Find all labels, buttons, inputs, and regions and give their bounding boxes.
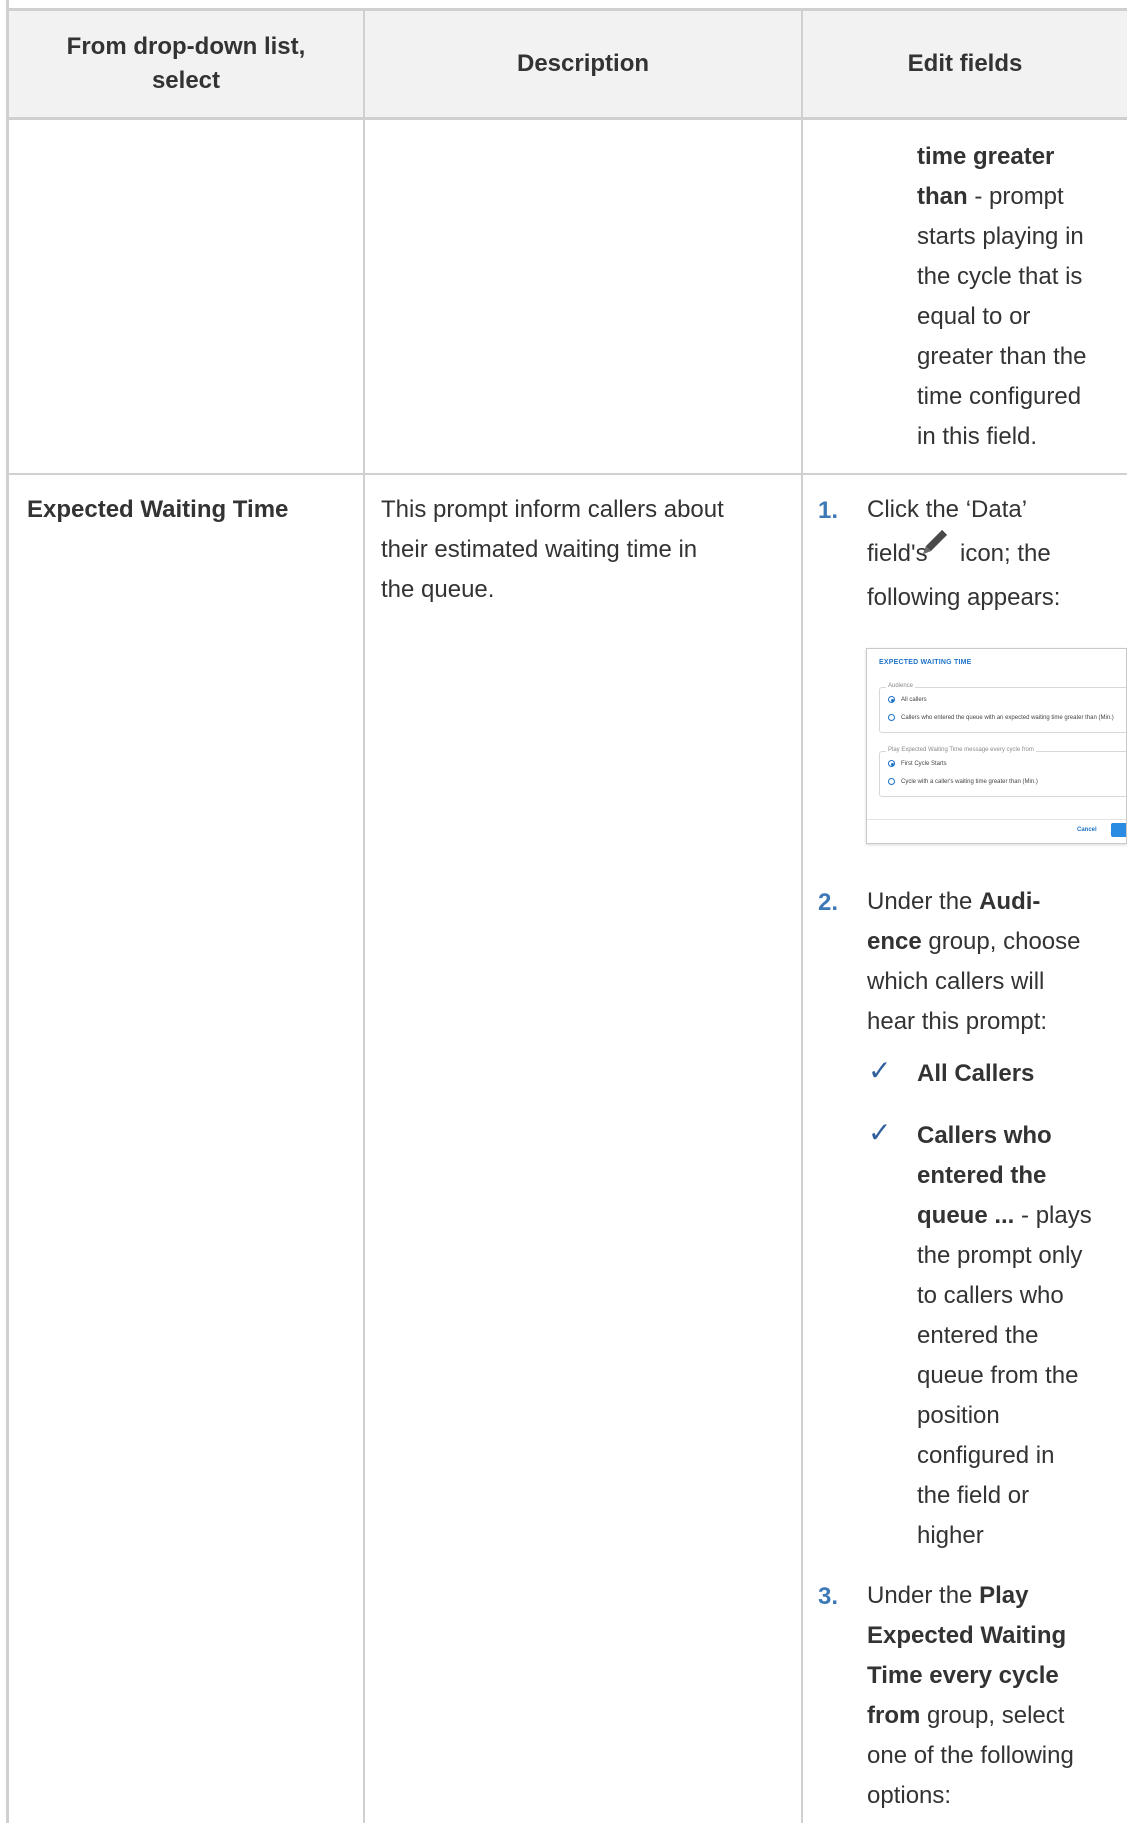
step-3-line-4a: from xyxy=(867,1702,921,1729)
step-2-line-3: which callers will xyxy=(867,968,1045,995)
step-2-line-4: hear this prompt: xyxy=(867,1008,1048,1035)
audience-option-2[interactable]: Callers who entered the queue with an ex… xyxy=(888,714,1114,721)
column-divider-1 xyxy=(363,8,365,1823)
play-option-2[interactable]: Cycle with a caller's waiting time great… xyxy=(888,778,1038,785)
radio-selected-icon[interactable] xyxy=(888,696,895,703)
option-callers-rest-5: position xyxy=(917,1402,1000,1429)
option-callers-line-1: Callers who xyxy=(917,1122,1052,1149)
radio-unselected-icon[interactable] xyxy=(888,714,895,721)
dialog-footer-divider xyxy=(867,819,1126,820)
step-2-line-1: Under the Audi- xyxy=(867,882,1040,922)
dialog-title: EXPECTED WAITING TIME xyxy=(879,659,972,666)
step-1-line-2b: icon; the xyxy=(960,540,1051,567)
continued-bold-2: than xyxy=(917,183,968,210)
audience-option-1-label: All callers xyxy=(901,696,927,703)
step-2-line-2: ence group, choose xyxy=(867,922,1080,962)
table-left-border xyxy=(6,0,9,1823)
header-select-line1: From drop-down list, xyxy=(66,33,306,60)
row-select-value: Expected Waiting Time xyxy=(27,496,289,523)
continued-line-4: the cycle that is xyxy=(917,263,1083,290)
checkmark-icon: ✓ xyxy=(868,1117,892,1148)
step-2-line-2b: group, choose xyxy=(921,928,1081,955)
option-callers-rest-7: the field or xyxy=(917,1482,1030,1509)
radio-selected-icon[interactable] xyxy=(888,760,895,767)
continued-line-5: equal to or xyxy=(917,303,1031,330)
step-2-number: 2. xyxy=(818,889,839,916)
play-group: Play Expected Waiting Time message every… xyxy=(879,747,1126,797)
step-3-line-1b: Play xyxy=(979,1582,1029,1609)
step-3-line-4: from group, select xyxy=(867,1696,1064,1736)
continued-line-6: greater than the xyxy=(917,343,1087,370)
audience-option-1[interactable]: All callers xyxy=(888,696,927,703)
option-callers-bold-3: queue ... xyxy=(917,1202,1015,1229)
continued-line-7: time configured xyxy=(917,383,1082,410)
dialog-ok-button[interactable] xyxy=(1111,823,1126,837)
option-callers-rest-1: the prompt only xyxy=(917,1242,1083,1269)
step-3-line-1a: Under the xyxy=(867,1582,980,1609)
option-all-callers: All Callers xyxy=(917,1060,1035,1087)
play-option-1[interactable]: First Cycle Starts xyxy=(888,760,947,767)
radio-unselected-icon[interactable] xyxy=(888,778,895,785)
row-divider xyxy=(9,473,1127,475)
option-callers-rest-6: configured in xyxy=(917,1442,1055,1469)
continued-line-1: time greater xyxy=(917,137,1054,177)
continued-suffix-2: - prompt xyxy=(967,183,1064,210)
continued-line-8: in this field. xyxy=(917,423,1038,450)
header-edit-fields: Edit fields xyxy=(907,50,1023,77)
option-callers-line-2: entered the xyxy=(917,1162,1047,1189)
audience-legend: Audience xyxy=(886,683,916,689)
step-3-line-2: Expected Waiting xyxy=(867,1622,1067,1649)
header-description: Description xyxy=(516,50,650,77)
play-option-2-label: Cycle with a caller's waiting time great… xyxy=(901,778,1038,785)
step-2-line-1b: Audi- xyxy=(979,888,1041,915)
option-callers-rest-4: queue from the xyxy=(917,1362,1079,1389)
play-legend: Play Expected Waiting Time message every… xyxy=(886,747,1036,753)
play-option-1-label: First Cycle Starts xyxy=(901,760,947,767)
row-description-line-2: their estimated waiting time in xyxy=(381,536,698,563)
option-callers-line-3: queue ... - plays xyxy=(917,1196,1092,1236)
column-divider-2 xyxy=(801,8,803,1823)
step-3-line-4b: group, select xyxy=(920,1702,1065,1729)
dialog-cancel-button[interactable]: Cancel xyxy=(1077,827,1097,833)
header-select-line2: select xyxy=(151,67,221,94)
option-callers-rest-3: entered the xyxy=(917,1322,1039,1349)
pencil-icon xyxy=(923,530,947,554)
checkmark-icon: ✓ xyxy=(868,1055,892,1086)
step-1-number: 1. xyxy=(818,497,839,524)
option-callers-suffix: - plays xyxy=(1014,1202,1092,1229)
row-description-line-1: This prompt inform callers about xyxy=(381,496,724,523)
step-3-line-6: options: xyxy=(867,1782,952,1809)
step-2-line-2a: ence xyxy=(867,928,922,955)
audience-option-2-label: Callers who entered the queue with an ex… xyxy=(901,714,1114,721)
continued-line-3: starts playing in xyxy=(917,223,1084,250)
step-3-line-5: one of the following xyxy=(867,1742,1074,1769)
continued-line-2: than - prompt xyxy=(917,177,1064,217)
document-page: From drop-down list, select Description E… xyxy=(0,0,1127,1823)
step-3-line-3: Time every cycle xyxy=(867,1662,1059,1689)
step-3-number: 3. xyxy=(818,1583,839,1610)
dialog-screenshot: EXPECTED WAITING TIME Audience All calle… xyxy=(866,648,1127,844)
header-select: From drop-down list, select xyxy=(9,8,363,120)
step-2-line-1a: Under the xyxy=(867,888,980,915)
step-3-line-1: Under the Play xyxy=(867,1576,1028,1616)
option-callers-rest-8: higher xyxy=(917,1522,984,1549)
row-description-line-3: the queue. xyxy=(381,576,495,603)
step-1-line-1: Click the ‘Data’ xyxy=(867,496,1028,523)
continued-bold-1: time greater xyxy=(917,143,1055,170)
step-1-line-3: following appears: xyxy=(867,584,1061,611)
option-callers-rest-2: to callers who xyxy=(917,1282,1064,1309)
audience-group: Audience All callers Callers who entered… xyxy=(879,683,1126,733)
